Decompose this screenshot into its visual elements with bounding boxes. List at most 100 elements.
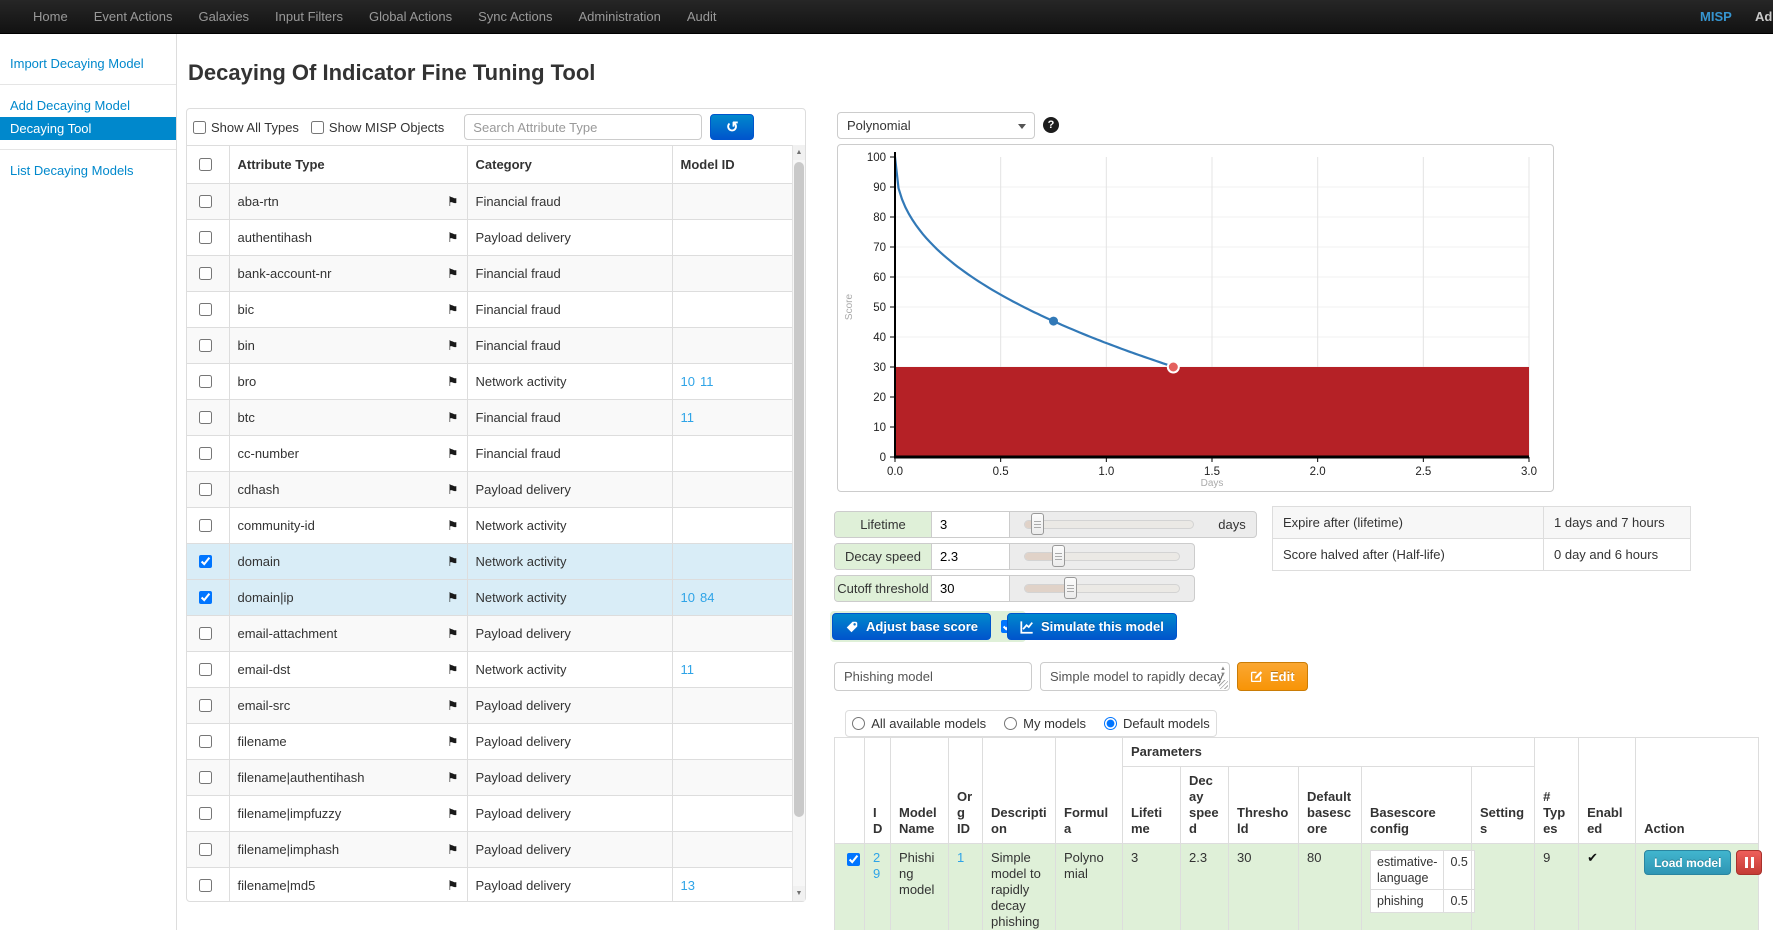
attribute-row[interactable]: filename|md5⚑Payload delivery13 xyxy=(187,868,792,902)
resize-grip-icon[interactable] xyxy=(1219,680,1228,689)
attribute-row[interactable]: email-attachment⚑Payload delivery xyxy=(187,616,792,652)
navbar-user-menu[interactable]: Admin xyxy=(1755,0,1773,34)
scope-radio[interactable] xyxy=(852,717,865,730)
attribute-row-checkbox[interactable] xyxy=(199,267,212,280)
pause-model-button[interactable] xyxy=(1736,850,1762,875)
threshold-point[interactable] xyxy=(1168,362,1179,373)
sidebar-item-import-decaying-model[interactable]: Import Decaying Model xyxy=(0,52,176,75)
attribute-row[interactable]: bin⚑Financial fraud xyxy=(187,328,792,364)
attribute-row-checkbox[interactable] xyxy=(199,735,212,748)
slider-handle[interactable] xyxy=(1031,513,1044,535)
slider-track[interactable] xyxy=(1024,552,1180,561)
flag-icon[interactable]: ⚑ xyxy=(447,410,459,425)
slider-value-input[interactable] xyxy=(932,512,1010,537)
scope-radio[interactable] xyxy=(1104,717,1117,730)
attribute-row[interactable]: filename|impfuzzy⚑Payload delivery xyxy=(187,796,792,832)
model-row[interactable]: 29Phishing model1Simple model to rapidly… xyxy=(835,844,1759,930)
model-row-checkbox[interactable] xyxy=(847,853,860,866)
sidebar-item-list-decaying-models[interactable]: List Decaying Models xyxy=(0,159,176,182)
attribute-row-checkbox[interactable] xyxy=(199,555,212,568)
flag-icon[interactable]: ⚑ xyxy=(447,230,459,245)
filter-checkbox[interactable] xyxy=(193,121,206,134)
attribute-row[interactable]: cdhash⚑Payload delivery xyxy=(187,472,792,508)
textarea-scroll-arrows[interactable]: ▲▼ xyxy=(1220,666,1226,678)
attribute-row-checkbox[interactable] xyxy=(199,591,212,604)
navbar-link-audit[interactable]: Audit xyxy=(674,0,730,34)
navbar-link-home[interactable]: Home xyxy=(20,0,81,34)
sidebar-item-add-decaying-model[interactable]: Add Decaying Model xyxy=(0,94,176,117)
attribute-row[interactable]: email-src⚑Payload delivery xyxy=(187,688,792,724)
scope-option-my-models[interactable]: My models xyxy=(1004,716,1086,731)
attribute-row[interactable]: cc-number⚑Financial fraud xyxy=(187,436,792,472)
flag-icon[interactable]: ⚑ xyxy=(447,482,459,497)
model-id-link[interactable]: 10 xyxy=(681,590,695,605)
adjust-base-score-button[interactable]: Adjust base score xyxy=(832,613,991,640)
flag-icon[interactable]: ⚑ xyxy=(447,374,459,389)
slider-handle[interactable] xyxy=(1052,545,1065,567)
navbar-link-event-actions[interactable]: Event Actions xyxy=(81,0,186,34)
flag-icon[interactable]: ⚑ xyxy=(447,662,459,677)
slider-track[interactable] xyxy=(1024,520,1194,529)
attribute-row[interactable]: community-id⚑Network activity xyxy=(187,508,792,544)
model-id-cell-link[interactable]: 29 xyxy=(873,850,880,881)
attribute-row[interactable]: btc⚑Financial fraud11 xyxy=(187,400,792,436)
scope-option-all-available-models[interactable]: All available models xyxy=(852,716,986,731)
attribute-row-checkbox[interactable] xyxy=(199,627,212,640)
attribute-row-checkbox[interactable] xyxy=(199,483,212,496)
attribute-row-checkbox[interactable] xyxy=(199,375,212,388)
attribute-row-checkbox[interactable] xyxy=(199,807,212,820)
simulate-model-button[interactable]: Simulate this model xyxy=(1007,613,1177,640)
flag-icon[interactable]: ⚑ xyxy=(447,770,459,785)
attribute-row[interactable]: domain|ip⚑Network activity1084 xyxy=(187,580,792,616)
attribute-row-checkbox[interactable] xyxy=(199,699,212,712)
model-id-link[interactable]: 11 xyxy=(681,662,695,677)
attribute-row-checkbox[interactable] xyxy=(199,519,212,532)
attribute-row[interactable]: bank-account-nr⚑Financial fraud xyxy=(187,256,792,292)
navbar-link-global-actions[interactable]: Global Actions xyxy=(356,0,465,34)
model-name-input[interactable] xyxy=(834,662,1032,691)
slider-value-input[interactable] xyxy=(932,544,1010,569)
scrollbar-down-arrow[interactable]: ▼ xyxy=(793,886,805,901)
model-description-input[interactable]: Simple model to rapidly decay ▲▼ xyxy=(1040,662,1230,691)
flag-icon[interactable]: ⚑ xyxy=(447,554,459,569)
flag-icon[interactable]: ⚑ xyxy=(447,626,459,641)
navbar-link-administration[interactable]: Administration xyxy=(566,0,674,34)
slider-handle[interactable] xyxy=(1064,577,1077,599)
attribute-row[interactable]: authentihash⚑Payload delivery xyxy=(187,220,792,256)
slider-value-input[interactable] xyxy=(932,576,1010,601)
attribute-row[interactable]: filename⚑Payload delivery xyxy=(187,724,792,760)
attribute-row[interactable]: bro⚑Network activity1011 xyxy=(187,364,792,400)
attribute-row[interactable]: bic⚑Financial fraud xyxy=(187,292,792,328)
flag-icon[interactable]: ⚑ xyxy=(447,518,459,533)
flag-icon[interactable]: ⚑ xyxy=(447,302,459,317)
flag-icon[interactable]: ⚑ xyxy=(447,878,459,893)
attribute-row-checkbox[interactable] xyxy=(199,231,212,244)
sidebar-item-decaying-tool[interactable]: Decaying Tool xyxy=(0,117,176,140)
flag-icon[interactable]: ⚑ xyxy=(447,266,459,281)
scope-option-default-models[interactable]: Default models xyxy=(1104,716,1210,731)
attribute-row[interactable]: email-dst⚑Network activity11 xyxy=(187,652,792,688)
select-all-checkbox[interactable] xyxy=(199,158,212,171)
model-id-link[interactable]: 13 xyxy=(681,878,695,893)
attribute-row[interactable]: filename|authentihash⚑Payload delivery xyxy=(187,760,792,796)
flag-icon[interactable]: ⚑ xyxy=(447,734,459,749)
filter-show-all-types[interactable]: Show All Types xyxy=(193,120,299,135)
flag-icon[interactable]: ⚑ xyxy=(447,842,459,857)
scrollbar-up-arrow[interactable]: ▲ xyxy=(793,145,805,160)
flag-icon[interactable]: ⚑ xyxy=(447,806,459,821)
flag-icon[interactable]: ⚑ xyxy=(447,590,459,605)
attribute-row-checkbox[interactable] xyxy=(199,843,212,856)
attribute-row-checkbox[interactable] xyxy=(199,339,212,352)
refresh-button[interactable]: ↺ xyxy=(710,114,754,140)
formula-select[interactable]: Polynomial xyxy=(837,112,1035,139)
edit-model-button[interactable]: Edit xyxy=(1237,662,1308,691)
slider-track[interactable] xyxy=(1024,584,1180,593)
attribute-row[interactable]: domain⚑Network activity xyxy=(187,544,792,580)
attribute-row-checkbox[interactable] xyxy=(199,447,212,460)
navbar-link-galaxies[interactable]: Galaxies xyxy=(185,0,262,34)
help-icon[interactable]: ? xyxy=(1043,117,1059,133)
navbar-link-input-filters[interactable]: Input Filters xyxy=(262,0,356,34)
attribute-row-checkbox[interactable] xyxy=(199,411,212,424)
model-id-link[interactable]: 10 xyxy=(681,374,695,389)
scrollbar-thumb[interactable] xyxy=(794,162,804,817)
